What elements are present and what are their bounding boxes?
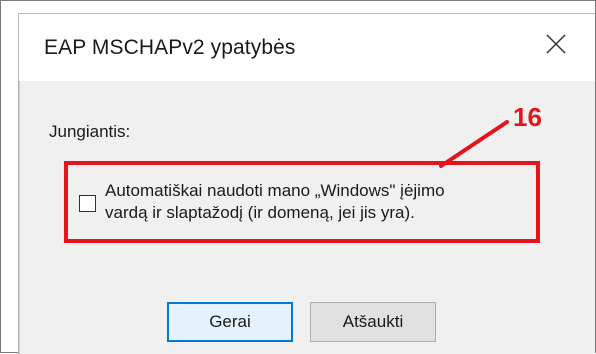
dialog-title: EAP MSCHAPv2 ypatybės xyxy=(44,36,296,59)
annotation-arrow xyxy=(439,120,509,168)
title-bar: EAP MSCHAPv2 ypatybės xyxy=(19,14,595,81)
auto-windows-logon-checkbox[interactable] xyxy=(79,195,96,212)
close-icon[interactable] xyxy=(543,31,569,57)
screenshot-frame: EAP MSCHAPv2 ypatybės Jungiantis: Automa… xyxy=(0,0,596,354)
ok-button[interactable]: Gerai xyxy=(167,302,293,342)
connecting-label: Jungiantis: xyxy=(49,122,131,141)
auto-windows-logon-label[interactable]: Automatiškai naudoti mano „Windows" įėji… xyxy=(105,180,535,224)
checkbox-label-line2: vardą ir slaptažodį (ir domeną, jei jis … xyxy=(105,203,415,222)
checkbox-label-line1: Automatiškai naudoti mano „Windows" įėji… xyxy=(105,181,445,200)
cancel-button[interactable]: Atšaukti xyxy=(310,302,436,342)
properties-dialog: EAP MSCHAPv2 ypatybės Jungiantis: Automa… xyxy=(18,13,595,354)
